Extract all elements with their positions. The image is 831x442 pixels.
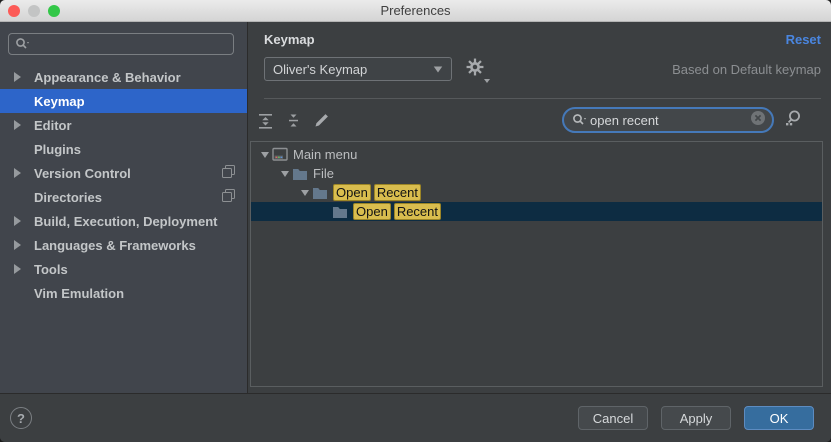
traffic-lights	[8, 5, 60, 17]
chevron-expanded-icon	[301, 190, 309, 196]
folder-icon	[312, 186, 328, 200]
expand-all-icon[interactable]	[257, 112, 274, 129]
folder-icon	[292, 167, 308, 181]
reset-link[interactable]: Reset	[786, 32, 821, 47]
search-match-token: Open	[333, 184, 371, 201]
sidebar-item-version-control[interactable]: Version Control	[0, 161, 247, 185]
page-title: Keymap	[264, 32, 315, 47]
chevron-right-icon	[14, 264, 21, 274]
chevron-right-icon	[14, 72, 21, 82]
search-icon	[572, 113, 588, 127]
sidebar-item-build-execution-deployment[interactable]: Build, Execution, Deployment	[0, 209, 247, 233]
chevron-right-icon	[14, 168, 21, 178]
keymap-options-gear-icon[interactable]	[466, 58, 484, 81]
chevron-expanded-icon	[261, 152, 269, 158]
project-level-icon	[222, 189, 235, 205]
sidebar-item-plugins[interactable]: Plugins	[0, 137, 247, 161]
sidebar-item-languages-frameworks[interactable]: Languages & Frameworks	[0, 233, 247, 257]
search-icon	[15, 37, 31, 51]
titlebar: Preferences	[0, 0, 831, 22]
tree-row-file[interactable]: File	[251, 164, 822, 183]
chevron-down-icon	[434, 66, 443, 72]
sidebar-item-vim-emulation[interactable]: Vim Emulation	[0, 281, 247, 305]
action-search-input[interactable]	[588, 113, 750, 128]
settings-sidebar: Appearance & Behavior Keymap Editor Plug…	[0, 22, 248, 393]
tree-row-open-recent[interactable]: Open Recent	[251, 183, 822, 202]
project-level-icon	[222, 165, 235, 181]
main-menu-icon	[272, 147, 288, 162]
window-title: Preferences	[380, 3, 450, 18]
preferences-dialog: Preferences Appearance & Behavior	[0, 0, 831, 442]
keymap-tree-toolbar	[248, 99, 831, 141]
tree-row-open-recent-selected[interactable]: Open Recent	[251, 202, 822, 221]
minimize-window-icon[interactable]	[28, 5, 40, 17]
chevron-expanded-icon	[281, 171, 289, 177]
folder-icon	[332, 205, 348, 219]
sidebar-item-appearance-behavior[interactable]: Appearance & Behavior	[0, 65, 247, 89]
zoom-window-icon[interactable]	[48, 5, 60, 17]
keymap-selector-dropdown[interactable]: Oliver's Keymap	[264, 57, 452, 81]
find-actions-by-shortcut-icon[interactable]	[783, 108, 803, 133]
chevron-down-icon	[484, 79, 490, 83]
based-on-label: Based on Default keymap	[672, 62, 821, 77]
edit-shortcut-pencil-icon[interactable]	[313, 112, 330, 129]
chevron-right-icon	[14, 120, 21, 130]
ok-button[interactable]: OK	[744, 406, 814, 430]
chevron-right-icon	[14, 240, 21, 250]
dialog-footer: ? Cancel Apply OK	[0, 393, 831, 442]
clear-search-icon[interactable]	[750, 110, 766, 131]
sidebar-search-box[interactable]	[8, 33, 234, 55]
sidebar-item-keymap[interactable]: Keymap	[0, 89, 247, 113]
cancel-button[interactable]: Cancel	[578, 406, 648, 430]
sidebar-item-directories[interactable]: Directories	[0, 185, 247, 209]
sidebar-item-editor[interactable]: Editor	[0, 113, 247, 137]
tree-row-main-menu[interactable]: Main menu	[251, 145, 822, 164]
search-match-token: Open	[353, 203, 391, 220]
chevron-right-icon	[14, 216, 21, 226]
search-match-token: Recent	[394, 203, 441, 220]
sidebar-search-input[interactable]	[31, 37, 227, 51]
keymap-actions-tree: Main menu File	[250, 141, 823, 387]
collapse-all-icon[interactable]	[285, 112, 302, 129]
sidebar-item-tools[interactable]: Tools	[0, 257, 247, 281]
close-window-icon[interactable]	[8, 5, 20, 17]
action-search-box[interactable]	[562, 107, 774, 133]
keymap-settings-panel: Keymap Reset Oliver's Keymap	[248, 22, 831, 393]
help-button[interactable]: ?	[10, 407, 32, 429]
apply-button[interactable]: Apply	[661, 406, 731, 430]
search-match-token: Recent	[374, 184, 421, 201]
